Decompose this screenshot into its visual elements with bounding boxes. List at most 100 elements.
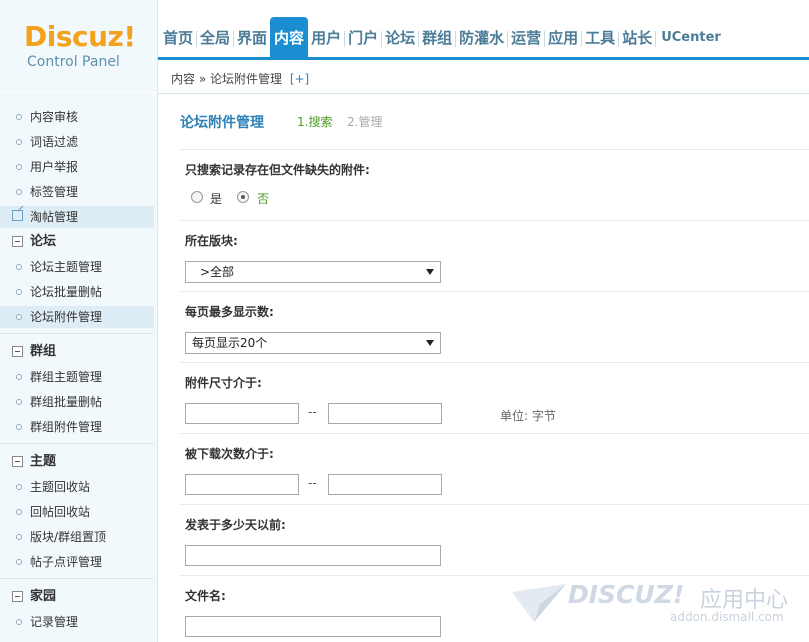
sidebar-item-label: 淘帖管理 (30, 210, 79, 224)
watermark-brand: DISCUZ! (568, 580, 685, 609)
nav-ucenter[interactable]: UCenter (656, 17, 726, 57)
sidebar-item-comments[interactable]: 帖子点评管理 (0, 551, 154, 573)
forum-select-value: >全部 (200, 265, 235, 279)
breadcrumb-path: 内容 » 论坛附件管理 (171, 72, 282, 86)
sidebar-item-forum-threads[interactable]: 论坛主题管理 (0, 256, 154, 278)
bullet-icon (16, 559, 22, 565)
radio-yes-label: 是 (210, 192, 223, 206)
nav-home[interactable]: 首页 (160, 17, 196, 57)
bullet-icon (16, 484, 22, 490)
field-label: 只搜索记录存在但文件缺失的附件: (185, 163, 370, 177)
field-label: 附件尺寸介于: (185, 376, 262, 390)
sidebar-group-forum[interactable]: 论坛 (0, 231, 154, 253)
sidebar-divider (0, 443, 154, 444)
sidebar-item-reply-recycle[interactable]: 回帖回收站 (0, 501, 154, 523)
days-input[interactable] (185, 545, 441, 566)
nav-operation[interactable]: 运营 (508, 17, 544, 57)
sidebar-item-label: 词语过滤 (30, 135, 79, 149)
radio-no-label: 否 (257, 192, 270, 206)
sidebar-divider (0, 578, 154, 579)
sidebar-item-group-batch-delete[interactable]: 群组批量删帖 (0, 391, 154, 413)
collapse-icon (12, 591, 23, 602)
sidebar-item-tags[interactable]: 标签管理 (0, 181, 154, 203)
sidebar-item-label: 回帖回收站 (30, 505, 91, 519)
sidebar-item-label: 记录管理 (30, 615, 79, 629)
sidebar-item-collections[interactable]: 淘帖管理 (0, 206, 154, 228)
sidebar-group-title: 论坛 (30, 234, 57, 249)
page-title: 论坛附件管理 (180, 115, 264, 131)
bullet-icon (16, 619, 22, 625)
add-shortcut-link[interactable]: [+] (290, 72, 309, 86)
range-separator: -- (308, 476, 317, 490)
nav-style[interactable]: 界面 (234, 17, 270, 57)
bullet-icon (16, 139, 22, 145)
bullet-icon (16, 424, 22, 430)
sidebar-group-title: 家园 (30, 589, 57, 604)
unit-hint: 单位: 字节 (500, 409, 556, 423)
sidebar-group-thread[interactable]: 主题 (0, 451, 154, 473)
tab-search[interactable]: 1.搜索 (297, 113, 332, 130)
sidebar-item-records[interactable]: 记录管理 (0, 611, 154, 633)
size-min-input[interactable] (185, 403, 299, 424)
logo[interactable]: Discuz! Control Panel (0, 0, 158, 92)
sidebar-group-home[interactable]: 家园 (0, 586, 154, 608)
sidebar-item-thread-recycle[interactable]: 主题回收站 (0, 476, 154, 498)
forum-select[interactable]: >全部 (185, 261, 441, 283)
bullet-icon (16, 114, 22, 120)
downloads-max-input[interactable] (328, 474, 442, 495)
sidebar-item-audit[interactable]: 内容审核 (0, 106, 154, 128)
row-divider (180, 362, 809, 363)
nav-forum[interactable]: 论坛 (382, 17, 418, 57)
sidebar-group-title: 主题 (30, 454, 57, 469)
bullet-icon (16, 509, 22, 515)
nav-tools[interactable]: 工具 (582, 17, 618, 57)
radio-no[interactable] (237, 191, 249, 203)
sidebar-item-label: 内容审核 (30, 110, 79, 124)
filename-input[interactable] (185, 616, 441, 637)
sidebar-group-group[interactable]: 群组 (0, 341, 154, 363)
watermark: DISCUZ! 应用中心 addon.dismall.com (510, 578, 800, 628)
bullet-icon (16, 314, 22, 320)
sidebar-item-group-threads[interactable]: 群组主题管理 (0, 366, 154, 388)
top-nav: 首页 全局 界面 内容 用户 门户 论坛 群组 防灌水 运营 应用 工具 站长 … (160, 17, 726, 57)
watermark-url: addon.dismall.com (670, 610, 784, 624)
nav-antispam[interactable]: 防灌水 (456, 17, 507, 57)
sidebar-item-forum-batch-delete[interactable]: 论坛批量删帖 (0, 281, 154, 303)
size-max-input[interactable] (328, 403, 442, 424)
sidebar-item-label: 帖子点评管理 (30, 555, 103, 569)
sidebar-item-label: 版块/群组置顶 (30, 530, 107, 544)
sidebar-item-label: 论坛附件管理 (30, 310, 103, 324)
per-page-select[interactable]: 每页显示20个 (185, 332, 441, 354)
row-divider (180, 575, 809, 576)
logo-subtitle: Control Panel (27, 54, 120, 70)
nav-portal[interactable]: 门户 (345, 17, 381, 57)
nav-content[interactable]: 内容 (270, 17, 309, 57)
bullet-icon (16, 399, 22, 405)
sidebar-item-forum-attachments[interactable]: 论坛附件管理 (0, 306, 154, 328)
bullet-icon (16, 264, 22, 270)
sidebar-group-title: 群组 (30, 344, 57, 359)
nav-global[interactable]: 全局 (197, 17, 233, 57)
radio-yes[interactable] (191, 191, 203, 203)
sidebar-item-sticky[interactable]: 版块/群组置顶 (0, 526, 154, 548)
tab-manage[interactable]: 2.管理 (347, 113, 382, 130)
nav-apps[interactable]: 应用 (545, 17, 581, 57)
collapse-icon (12, 456, 23, 467)
field-label: 每页最多显示数: (185, 305, 274, 319)
chevron-down-icon (426, 269, 434, 275)
downloads-min-input[interactable] (185, 474, 299, 495)
logo-title: Discuz! (24, 20, 136, 53)
bullet-icon (16, 374, 22, 380)
nav-user[interactable]: 用户 (308, 17, 344, 57)
main-content: 论坛附件管理 1.搜索 2.管理 只搜索记录存在但文件缺失的附件: 是 否 所在… (160, 94, 809, 642)
nav-group[interactable]: 群组 (419, 17, 455, 57)
sidebar-item-label: 标签管理 (30, 185, 79, 199)
field-label: 发表于多少天以前: (185, 518, 286, 532)
nav-founder[interactable]: 站长 (619, 17, 655, 57)
sidebar-item-label: 主题回收站 (30, 480, 91, 494)
row-divider (180, 291, 809, 292)
sidebar-item-reports[interactable]: 用户举报 (0, 156, 154, 178)
sidebar-item-group-attachments[interactable]: 群组附件管理 (0, 416, 154, 438)
range-separator: -- (308, 405, 317, 419)
sidebar-item-word-filter[interactable]: 词语过滤 (0, 131, 154, 153)
